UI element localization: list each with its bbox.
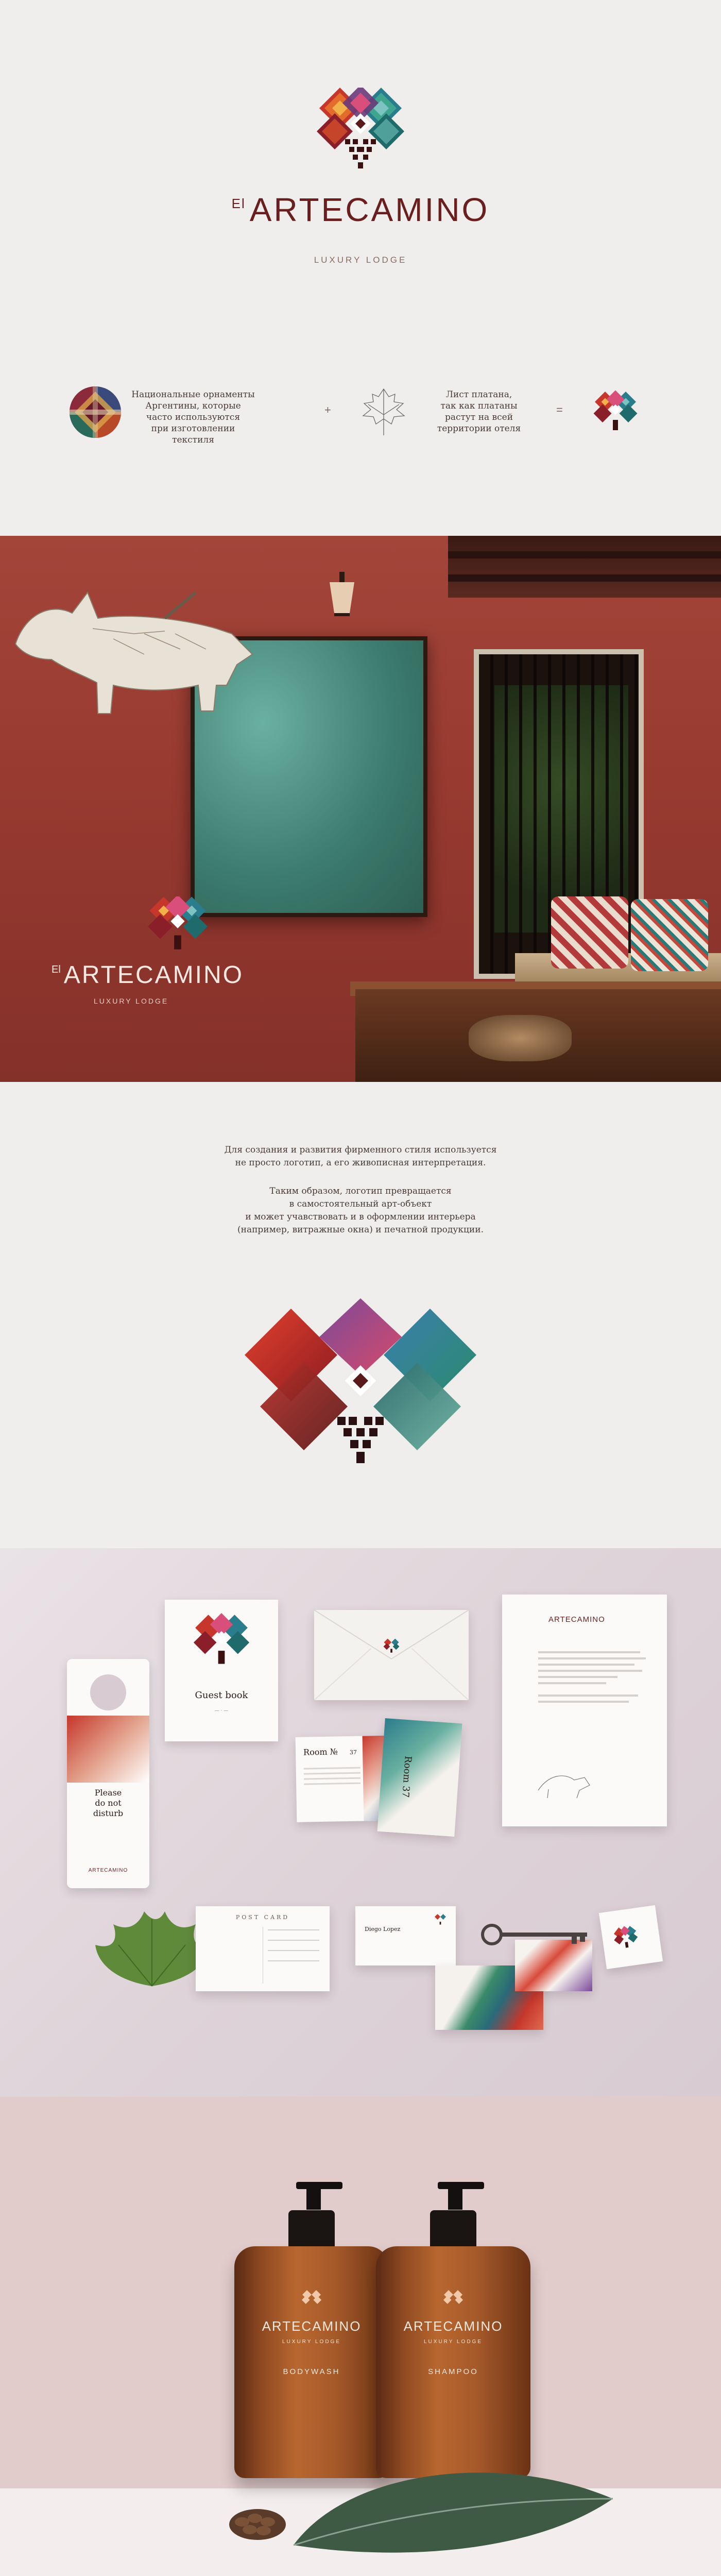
photo-brand-wordmark: El ARTECAMINO — [52, 961, 244, 989]
brand-name: ARTECAMINO — [249, 191, 490, 228]
bottle1-brand: ARTECAMINO — [262, 2318, 362, 2334]
shampoo-bottle: ARTECAMINO LUXURY LODGE SHAMPOO — [376, 2182, 530, 2478]
door-hanger: Please do not disturb ARTECAMINO — [67, 1659, 149, 1888]
card-logo-icon — [435, 1914, 446, 1925]
photo-logo-mark-icon — [148, 896, 208, 950]
room-card-right-label: Room 37 — [400, 1755, 414, 1798]
guest-book-title: Guest book — [195, 1690, 248, 1701]
bottle-logo-icon — [301, 2290, 322, 2304]
letterhead-sketch-icon — [538, 1775, 590, 1799]
ornament-textile-image — [70, 386, 121, 438]
letterhead-brand: ARTECAMINO — [548, 1615, 605, 1624]
guest-book: Guest book — · — — [165, 1600, 278, 1741]
brand-tagline: LUXURY LODGE — [314, 255, 407, 265]
bottle1-type: BODYWASH — [283, 2367, 340, 2376]
bottle2-sub: LUXURY LODGE — [424, 2339, 483, 2345]
envelope-logo-icon — [383, 1638, 400, 1653]
bottle-logo-icon — [443, 2290, 464, 2304]
room-label: Room № — [303, 1747, 338, 1757]
description-section: Для создания и развития фирменного стиля… — [0, 1082, 721, 1548]
brand-wordmark: El ARTECAMINO — [0, 191, 721, 229]
business-card: Diego Lopez — [355, 1906, 456, 1965]
card-name: Diego Lopez — [365, 1926, 401, 1933]
logo-mark-icon — [317, 88, 404, 168]
pump-icon — [438, 2182, 484, 2210]
guest-book-logo-icon — [193, 1613, 250, 1664]
cow-sculpture-icon — [14, 591, 253, 714]
key-tag — [598, 1905, 663, 1970]
rubber-leaf-icon — [293, 2472, 613, 2553]
watercolor-logo-mark-icon — [245, 1298, 476, 1463]
room-key-icon — [481, 1924, 587, 1945]
postcard: POST CARD — [196, 1906, 330, 1991]
door-hanger-text: Please do not disturb — [93, 1788, 124, 1818]
interior-photo-section: El ARTECAMINO LUXURY LODGE — [0, 536, 721, 1082]
presentation-page: El ARTECAMINO LUXURY LODGE Национальные … — [0, 0, 721, 2576]
bodywash-bottle: ARTECAMINO LUXURY LODGE BODYWASH — [234, 2182, 389, 2478]
door-hanger-brand: ARTECAMINO — [88, 1868, 128, 1873]
logo-formula: Национальные орнаменты Аргентины, которы… — [70, 384, 651, 445]
bottle2-brand: ARTECAMINO — [403, 2318, 503, 2334]
plane-leaf-icon — [362, 388, 405, 435]
pillow-pattern — [631, 899, 708, 971]
postcard-title: POST CARD — [235, 1914, 290, 1921]
letterhead: ARTECAMINO — [502, 1595, 667, 1826]
logo-section: El ARTECAMINO LUXURY LODGE Национальные … — [0, 0, 721, 536]
ornament-caption: Национальные орнаменты Аргентины, которы… — [131, 389, 255, 445]
result-logo-icon — [593, 390, 638, 430]
room-card-right: Room 37 — [377, 1718, 462, 1837]
plus-sign: + — [324, 403, 331, 416]
products-section: ARTECAMINO LUXURY LODGE BODYWASH ARTECAM… — [0, 2097, 721, 2576]
bottle2-type: SHAMPOO — [428, 2367, 478, 2376]
envelope — [314, 1610, 469, 1700]
pump-icon — [296, 2182, 342, 2210]
stationery-section: Please do not disturb ARTECAMINO Guest b… — [0, 1548, 721, 2097]
wall-lamp-icon — [330, 572, 354, 616]
photo-brand-tagline: LUXURY LODGE — [94, 997, 169, 1005]
equals-sign: = — [556, 403, 563, 416]
ceiling — [448, 536, 721, 598]
wicker-basket — [469, 1015, 572, 1061]
brand-prefix: El — [231, 196, 246, 211]
description-para-1: Для создания и развития фирменного стиля… — [224, 1145, 497, 1168]
key-tag-logo-icon — [613, 1926, 638, 1948]
bottle1-sub: LUXURY LODGE — [282, 2339, 341, 2345]
description-para-2: Таким образом, логотип превращается в са… — [237, 1186, 484, 1235]
plane-leaf-caption: Лист платана, так как платаны растут на … — [437, 389, 521, 434]
pillow-red — [551, 896, 628, 969]
pine-cone-icon — [229, 2509, 286, 2540]
